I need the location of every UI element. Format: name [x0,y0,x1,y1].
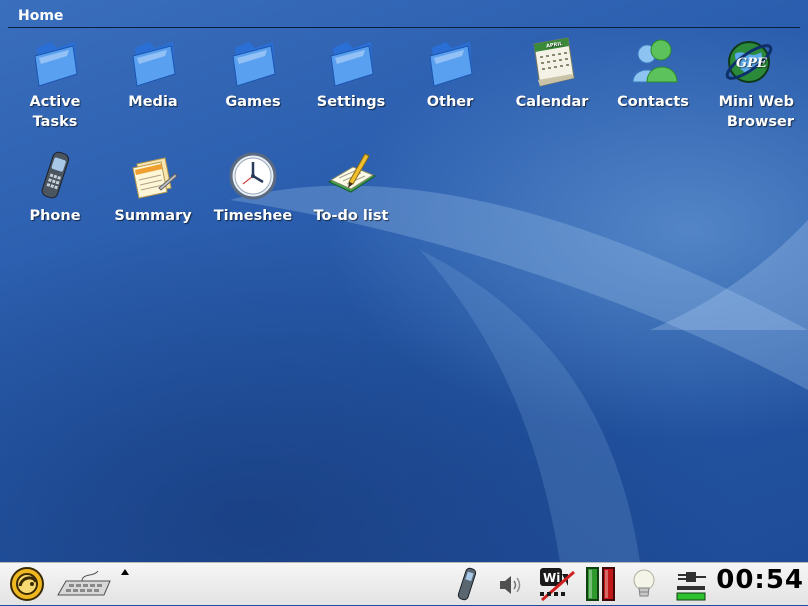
desktop-icon-label: Other [426,94,474,110]
desktop-icon-label: To-do list [313,208,389,224]
desktop-icon-label: Games [225,94,281,110]
summary-notes-icon [132,157,178,199]
folder-icon [232,42,276,87]
desktop-icon-label: Timeshee [213,208,293,224]
calendar-icon: APRIL [533,37,575,87]
folder-icon [34,42,78,87]
folder-icon [132,42,176,87]
desktop-icon-contacts[interactable]: Contacts [604,34,702,112]
up-arrow-icon[interactable] [119,567,131,577]
desktop-icon-label: Calendar [515,94,589,110]
desktop-icon-active-tasks[interactable]: Active Tasks [6,34,104,132]
clock-icon [229,152,277,200]
window-title-bar: Home [8,6,800,28]
desktop-icon-settings[interactable]: Settings [302,34,400,112]
desktop-icon-timesheet[interactable]: Timeshee [204,148,302,226]
gpe-menu-icon[interactable] [8,566,46,602]
svg-text:Wi: Wi [543,571,560,585]
phone-status-icon[interactable] [454,566,480,602]
power-plug-icon[interactable] [674,566,708,602]
battery-level-icon[interactable] [584,566,618,602]
desktop-icon-label: Phone [29,208,81,224]
svg-text:GPE: GPE [736,56,768,71]
desktop-icon-other[interactable]: Other [401,34,499,112]
desktop-icon-label: Media [128,94,178,110]
window-title: Home [18,8,64,24]
phone-icon [41,151,69,199]
lightbulb-icon[interactable] [630,566,658,602]
speaker-icon[interactable] [496,573,524,597]
desktop-icon-to-do-list[interactable]: To-do list [302,148,400,226]
desktop-icon-label: Active Tasks [29,94,81,130]
keyboard-icon[interactable] [52,569,112,601]
desktop-icon-label: Mini Web Browser [718,94,794,130]
folder-icon [429,42,473,87]
clock[interactable]: 00:54 [716,565,804,595]
desktop: Home Active Tasks Media Games Settings O… [0,0,808,562]
desktop-icon-calendar[interactable]: APRIL Calendar [503,34,601,112]
folder-icon [330,42,374,87]
contacts-icon [632,39,678,83]
todo-notebook-icon [327,153,377,193]
desktop-icon-label: Settings [316,94,386,110]
desktop-icon-phone[interactable]: Phone [6,148,104,226]
desktop-icon-label: Contacts [617,94,689,110]
wifi-status-icon[interactable]: Wi [534,566,578,602]
browser-globe-icon: GPE [725,41,773,83]
taskbar: Wi 00:54 [0,562,808,605]
desktop-icon-mini-web-browser[interactable]: GPE Mini Web Browser [700,34,798,132]
desktop-icon-label: Summary [114,208,192,224]
desktop-icon-media[interactable]: Media [104,34,202,112]
desktop-icon-games[interactable]: Games [204,34,302,112]
desktop-icon-summary[interactable]: Summary [104,148,202,226]
